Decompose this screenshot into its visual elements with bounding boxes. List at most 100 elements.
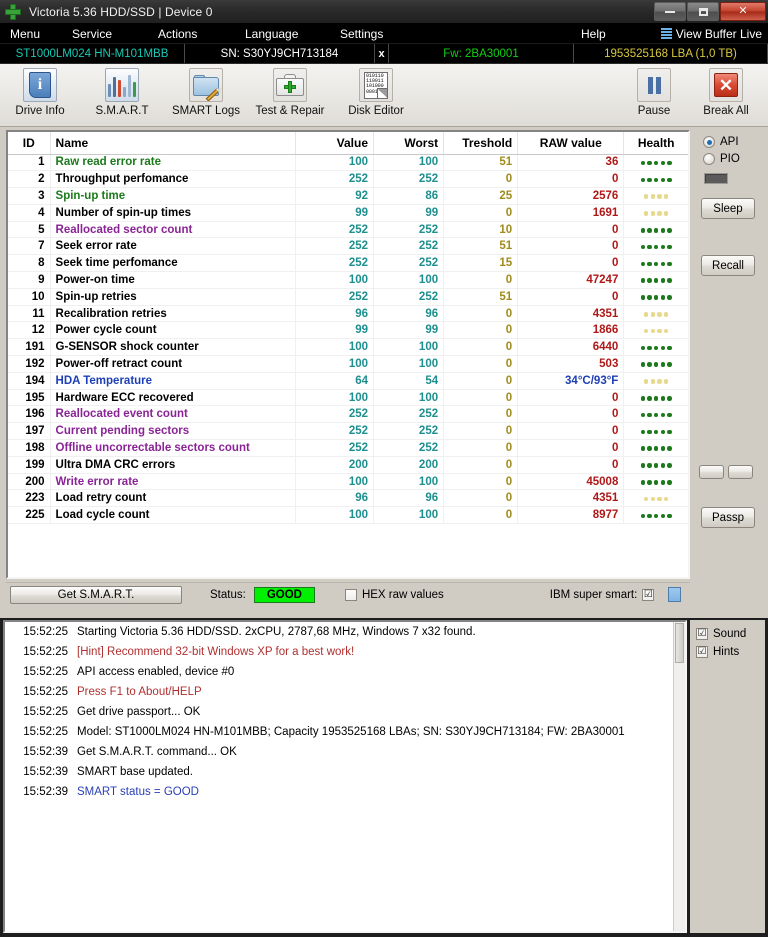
smart-attributes-panel[interactable]: ID Name Value Worst Treshold RAW value H…	[6, 130, 690, 579]
hex-line: 0001	[366, 88, 378, 95]
menu-item-menu[interactable]: Menu	[10, 27, 40, 41]
column-header-raw-value[interactable]: RAW value	[517, 132, 625, 155]
blue-indicator[interactable]	[668, 587, 682, 602]
menu-item-actions[interactable]: Actions	[158, 27, 197, 41]
table-row[interactable]: 225 Load cycle count 100 100 0 8977	[8, 506, 688, 525]
log-scrollbar-thumb[interactable]	[675, 623, 684, 663]
led-indicator	[704, 173, 728, 184]
log-message: Starting Victoria 5.36 HDD/SSD. 2xCPU, 2…	[77, 626, 476, 638]
hints-checkbox-row[interactable]: ☑ Hints	[696, 646, 765, 658]
view-buffer-live-label: View Buffer Live	[675, 26, 762, 41]
table-row[interactable]: 223 Load retry count 96 96 0 4351	[8, 489, 688, 508]
pio-radio[interactable]	[703, 153, 715, 165]
cell-value: 92	[295, 187, 375, 205]
cell-health	[623, 305, 688, 323]
hints-checkbox[interactable]: ☑	[696, 646, 708, 658]
ibm-super-smart-checkbox[interactable]: ☑	[642, 588, 655, 601]
table-row[interactable]: 7 Seek error rate 252 252 51 0	[8, 237, 688, 256]
table-row[interactable]: 1 Raw read error rate 100 100 51 36	[8, 154, 688, 172]
cell-id: 191	[8, 338, 51, 357]
log-scrollbar[interactable]	[673, 622, 685, 931]
passport-button[interactable]: Passp	[701, 507, 755, 528]
table-row[interactable]: 191 G-SENSOR shock counter 100 100 0 6440	[8, 338, 688, 357]
maximize-button[interactable]	[687, 2, 719, 21]
drive-model[interactable]: ST1000LM024 HN-M101MBB	[0, 44, 185, 63]
smart-logs-button[interactable]: SMART Logs	[170, 68, 242, 117]
table-row[interactable]: 11 Recalibration retries 96 96 0 4351	[8, 305, 688, 323]
menu-item-settings[interactable]: Settings	[340, 27, 383, 41]
sound-checkbox[interactable]: ☑	[696, 628, 708, 640]
cell-health	[623, 204, 688, 222]
table-row[interactable]: 198 Offline uncorrectable sectors count 25…	[8, 439, 688, 457]
table-row[interactable]: 199 Ultra DMA CRC errors 200 200 0 0	[8, 456, 688, 474]
cell-id: 199	[8, 456, 51, 474]
sleep-button[interactable]: Sleep	[701, 198, 755, 219]
table-row[interactable]: 10 Spin-up retries 252 252 51 0	[8, 288, 688, 306]
cell-raw: 8977	[517, 506, 625, 525]
table-row[interactable]: 2 Throughput perfomance 252 252 0 0	[8, 170, 688, 189]
cell-id: 8	[8, 254, 51, 273]
cell-health	[623, 405, 688, 424]
log-timestamp: 15:52:25	[23, 686, 68, 698]
table-row[interactable]: 4 Number of spin-up times 99 99 0 1691	[8, 204, 688, 222]
table-row[interactable]: 192 Power-off retract count 100 100 0 503	[8, 355, 688, 373]
cell-health	[623, 288, 688, 306]
pause-button[interactable]: Pause	[618, 68, 690, 117]
cell-threshold: 0	[443, 422, 519, 441]
table-row[interactable]: 196 Reallocated event count 252 252 0 0	[8, 405, 688, 424]
cell-id: 3	[8, 187, 51, 205]
log-panel[interactable]: 15:52:25 Starting Victoria 5.36 HDD/SSD. …	[3, 620, 687, 933]
cell-worst: 96	[373, 305, 445, 323]
menu-item-help[interactable]: Help	[581, 27, 606, 41]
api-radio-row[interactable]: API	[703, 136, 762, 148]
cell-worst: 252	[373, 254, 445, 273]
cell-name: Seek time perfomance	[50, 254, 296, 273]
pio-radio-row[interactable]: PIO	[703, 153, 762, 165]
table-row[interactable]: 194 HDA Temperature 64 54 0 34°C/93°F	[8, 372, 688, 390]
cell-threshold: 51	[443, 288, 519, 306]
view-buffer-live-button[interactable]: View Buffer Live	[660, 26, 762, 41]
table-row[interactable]: 195 Hardware ECC recovered 100 100 0 0	[8, 389, 688, 407]
table-row[interactable]: 197 Current pending sectors 252 252 0 0	[8, 422, 688, 441]
hex-raw-values-checkbox[interactable]	[344, 588, 357, 601]
connection-controls-panel: API PIO Sleep Recall Passp	[694, 130, 762, 579]
break-all-button[interactable]: ✕ Break All	[690, 68, 762, 117]
drive-info-button[interactable]: i Drive Info	[4, 68, 76, 117]
minimize-button[interactable]	[654, 2, 686, 21]
column-header-value[interactable]: Value	[295, 132, 375, 155]
smart-button[interactable]: S.M.A.R.T	[86, 68, 158, 117]
sound-checkbox-row[interactable]: ☑ Sound	[696, 628, 765, 640]
window-titlebar[interactable]: Victoria 5.36 HDD/SSD | Device 0 ✕	[0, 0, 768, 24]
column-header-worst[interactable]: Worst	[373, 132, 445, 155]
menu-item-language[interactable]: Language	[245, 27, 298, 41]
table-row[interactable]: 9 Power-on time 100 100 0 47247	[8, 271, 688, 289]
cell-raw: 2576	[517, 187, 625, 205]
table-row[interactable]: 8 Seek time perfomance 252 252 15 0	[8, 254, 688, 273]
cell-name: Load retry count	[50, 489, 296, 508]
table-row[interactable]: 3 Spin-up time 92 86 25 2576	[8, 187, 688, 205]
column-header-threshold[interactable]: Treshold	[443, 132, 519, 155]
column-header-id[interactable]: ID	[8, 132, 51, 155]
log-entry: 15:52:25 Model: ST1000LM024 HN-M101MBB; C…	[5, 722, 685, 742]
cell-worst: 54	[373, 372, 445, 390]
column-header-name[interactable]: Name	[50, 132, 296, 155]
test-repair-button[interactable]: Test & Repair	[254, 68, 326, 117]
menu-item-service[interactable]: Service	[72, 27, 112, 41]
api-radio[interactable]	[703, 136, 715, 148]
table-row[interactable]: 200 Write error rate 100 100 0 45008	[8, 473, 688, 491]
column-header-health[interactable]: Health	[623, 132, 688, 155]
cell-value: 200	[295, 456, 375, 474]
close-button[interactable]: ✕	[720, 2, 766, 21]
close-drive-button[interactable]: x	[375, 44, 389, 63]
cell-id: 195	[8, 389, 51, 407]
log-message: Get drive passport... OK	[77, 706, 201, 718]
table-row[interactable]: 5 Reallocated sector count 252 252 10 0	[8, 221, 688, 239]
table-row[interactable]: 12 Power cycle count 99 99 0 1866	[8, 321, 688, 340]
disk-editor-button[interactable]: 010110 110011 101000 0001 Disk Editor	[340, 68, 412, 117]
recall-button[interactable]: Recall	[701, 255, 755, 276]
cell-value: 252	[295, 170, 375, 189]
first-aid-kit-icon	[273, 68, 307, 102]
cell-value: 99	[295, 204, 375, 222]
cell-worst: 100	[373, 473, 445, 491]
get-smart-button[interactable]: Get S.M.A.R.T.	[10, 585, 182, 604]
